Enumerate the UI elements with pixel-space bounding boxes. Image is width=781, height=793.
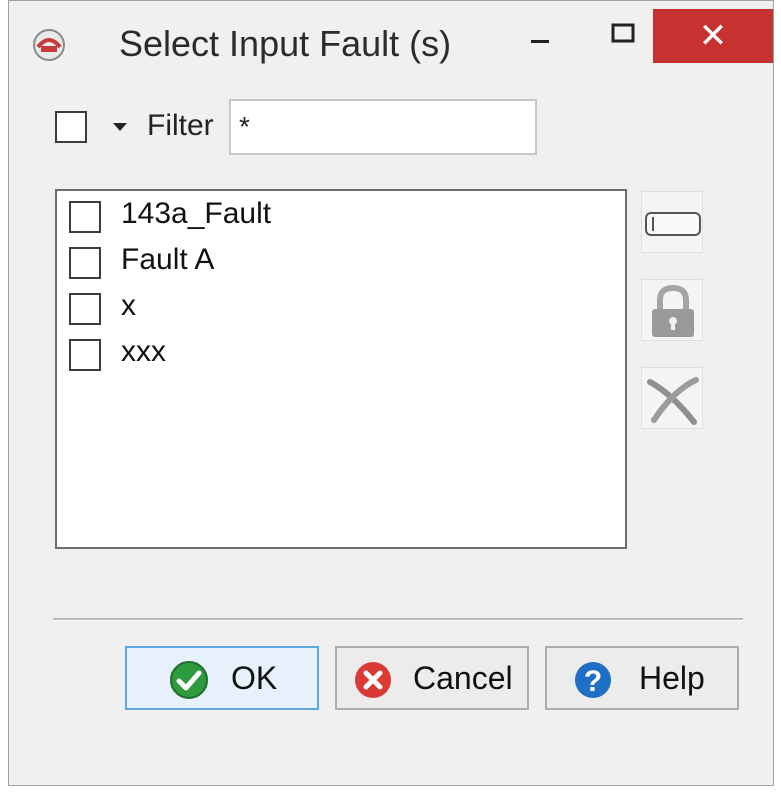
cancel-x-icon xyxy=(355,662,391,698)
rename-button[interactable] xyxy=(641,191,703,253)
checkmark-icon xyxy=(170,661,208,699)
window-title: Select Input Fault (s) xyxy=(119,23,452,64)
delete-icon xyxy=(647,377,699,425)
lock-icon xyxy=(652,284,694,337)
list-item[interactable]: 143a_Fault xyxy=(69,197,609,237)
separator xyxy=(53,618,743,621)
list-item[interactable]: x xyxy=(69,289,609,329)
close-button[interactable]: ✕ xyxy=(653,9,773,63)
list-item-label: xxx xyxy=(121,335,166,368)
select-input-fault-dialog: Select Input Fault (s) ✕ Filter 143a_Fau… xyxy=(8,0,774,786)
list-item-label: 143a_Fault xyxy=(121,197,272,230)
list-item-checkbox[interactable] xyxy=(69,247,101,279)
question-icon: ? xyxy=(575,662,611,698)
svg-text:?: ? xyxy=(584,665,602,698)
list-item-label: Fault A xyxy=(121,243,215,276)
maximize-button[interactable] xyxy=(595,7,651,63)
list-item[interactable]: Fault A xyxy=(69,243,609,283)
rename-icon xyxy=(645,212,701,236)
close-icon: ✕ xyxy=(698,17,728,55)
list-item-checkbox[interactable] xyxy=(69,201,101,233)
minimize-button[interactable] xyxy=(509,7,565,63)
filter-label: Filter xyxy=(147,109,214,142)
select-all-checkbox[interactable] xyxy=(55,111,87,143)
list-item-label: x xyxy=(121,289,136,322)
maximize-icon xyxy=(611,23,635,43)
fault-list[interactable]: 143a_Fault Fault A x xxx xyxy=(55,189,627,549)
title-bar[interactable]: Select Input Fault (s) ✕ xyxy=(9,1,773,87)
filter-dropdown-icon[interactable] xyxy=(113,123,127,131)
list-item-checkbox[interactable] xyxy=(69,339,101,371)
ok-button[interactable]: OK xyxy=(125,646,319,710)
help-button[interactable]: ? Help xyxy=(545,646,739,710)
delete-button[interactable] xyxy=(641,367,703,429)
minimize-icon xyxy=(531,40,549,43)
cancel-label: Cancel xyxy=(413,660,513,696)
list-item-checkbox[interactable] xyxy=(69,293,101,325)
lock-button[interactable] xyxy=(641,279,703,341)
ok-label: OK xyxy=(231,660,278,696)
list-item[interactable]: xxx xyxy=(69,335,609,375)
fault-app-icon xyxy=(31,27,67,63)
filter-input[interactable] xyxy=(229,99,537,155)
cancel-button[interactable]: Cancel xyxy=(335,646,529,710)
help-label: Help xyxy=(639,660,705,696)
